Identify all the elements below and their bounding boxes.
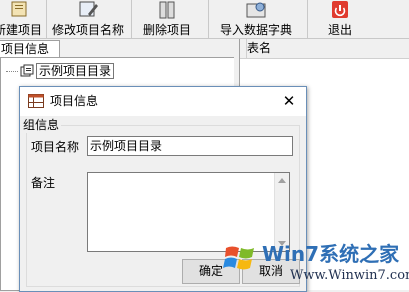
new-project-label: 新建项目 bbox=[0, 23, 42, 37]
dialog-title: 项目信息 bbox=[50, 94, 99, 108]
toolbar-separator bbox=[307, 0, 308, 38]
edit-project-icon bbox=[79, 1, 98, 17]
import-dictionary-icon bbox=[246, 2, 266, 18]
table-icon bbox=[28, 94, 44, 108]
exit-icon bbox=[332, 1, 348, 18]
toolbar-separator bbox=[46, 0, 47, 38]
import-dictionary-button[interactable]: 导入数据字典 bbox=[214, 0, 298, 38]
watermark-title: Win7系统之家 bbox=[262, 242, 400, 266]
tab-project-info[interactable]: 项目信息 bbox=[0, 40, 60, 57]
watermark-url: Www.Winwin7.com bbox=[290, 268, 409, 283]
close-icon[interactable]: ✕ bbox=[272, 87, 306, 116]
project-name-input[interactable]: 示例项目目录 bbox=[87, 136, 293, 156]
watermark: Win7系统之家 Www.Winwin7.com bbox=[220, 236, 409, 290]
project-name-label: 项目名称 bbox=[31, 140, 80, 154]
new-project-button[interactable]: 新建项目 bbox=[0, 0, 44, 38]
toolbar: 新建项目 修改项目名称 删除项目 导入数据字典 退出 bbox=[0, 0, 409, 39]
group-legend: 组信息 bbox=[21, 117, 62, 133]
exit-label: 退出 bbox=[327, 23, 352, 37]
project-folder-icon bbox=[20, 64, 34, 77]
import-dictionary-label: 导入数据字典 bbox=[219, 23, 292, 37]
row-header-cell bbox=[240, 39, 247, 58]
new-project-icon bbox=[11, 1, 27, 17]
delete-project-label: 删除项目 bbox=[142, 23, 191, 37]
scroll-up-icon[interactable] bbox=[278, 178, 286, 183]
edit-project-name-button[interactable]: 修改项目名称 bbox=[48, 0, 128, 38]
delete-project-icon bbox=[159, 1, 175, 19]
toolbar-separator bbox=[208, 0, 209, 38]
toolbar-separator bbox=[131, 0, 132, 38]
left-tabstrip: 项目信息 bbox=[0, 39, 236, 58]
column-header-table-name[interactable]: 表名 bbox=[247, 39, 271, 58]
windows-logo-icon bbox=[223, 246, 254, 270]
exit-button[interactable]: 退出 bbox=[312, 0, 368, 38]
note-label: 备注 bbox=[31, 176, 56, 190]
delete-project-button[interactable]: 删除项目 bbox=[136, 0, 198, 38]
dialog-titlebar[interactable]: 项目信息 ✕ bbox=[20, 87, 306, 116]
grid-header: 表名 bbox=[240, 39, 409, 59]
tree-item-label: 示例项目目录 bbox=[36, 63, 115, 79]
edit-project-name-label: 修改项目名称 bbox=[51, 23, 124, 37]
tree-connector bbox=[6, 71, 18, 72]
